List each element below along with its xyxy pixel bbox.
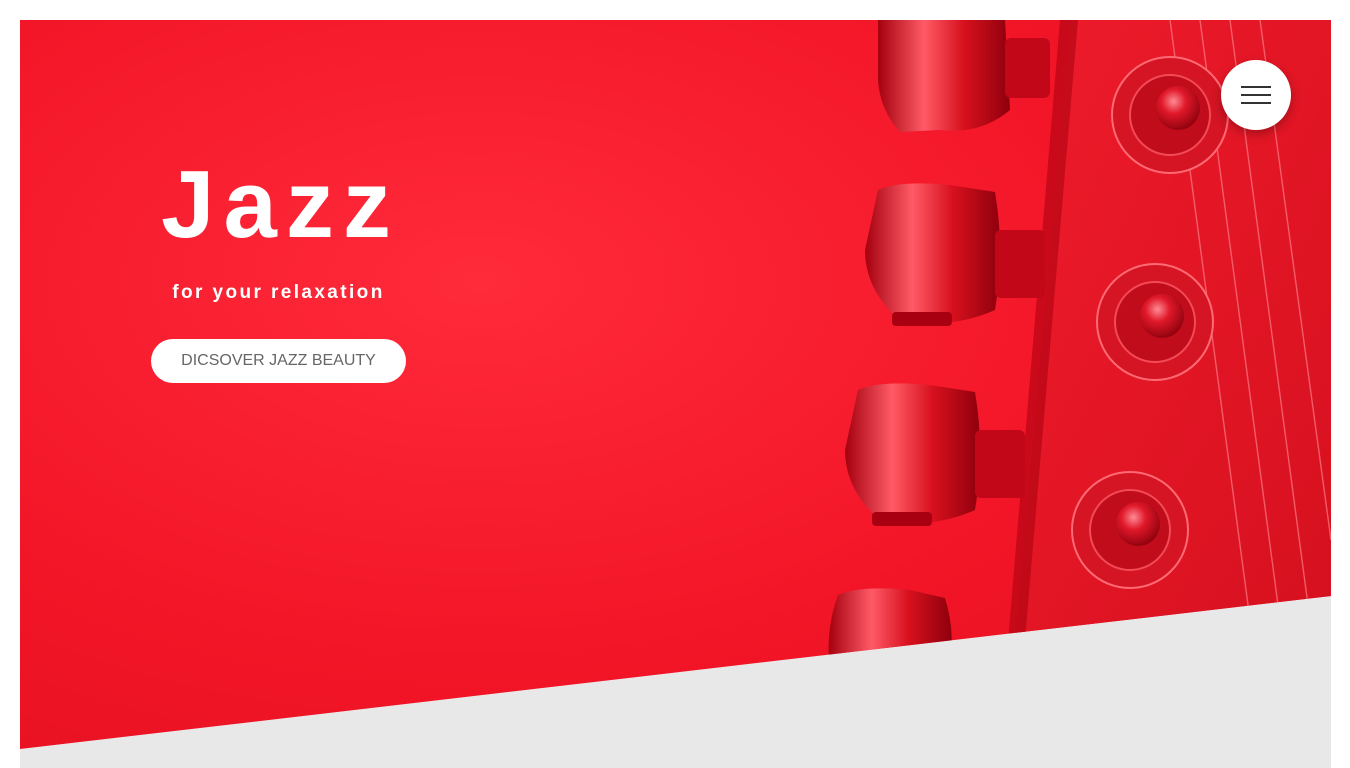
tuning-post <box>1111 56 1229 174</box>
discover-button[interactable]: DICSOVER JAZZ BEAUTY <box>151 339 406 383</box>
tuning-post <box>1096 263 1214 381</box>
hero-text-block: Jazz for your relaxation <box>151 150 406 304</box>
hero-section: Jazz for your relaxation DICSOVER JAZZ B… <box>20 20 1331 749</box>
tuning-peg <box>878 20 1050 132</box>
tuning-peg <box>845 383 1025 526</box>
hero-title: Jazz <box>161 151 400 258</box>
tuning-post <box>1071 471 1189 589</box>
tuning-peg <box>828 588 952 670</box>
guitar-headstock-image <box>828 20 1331 670</box>
menu-button[interactable] <box>1221 60 1291 130</box>
page-frame: Jazz for your relaxation DICSOVER JAZZ B… <box>20 20 1331 768</box>
hamburger-menu-icon <box>1241 86 1271 104</box>
tuning-peg <box>865 183 1045 326</box>
hero-subtitle: for your relaxation <box>172 282 385 303</box>
